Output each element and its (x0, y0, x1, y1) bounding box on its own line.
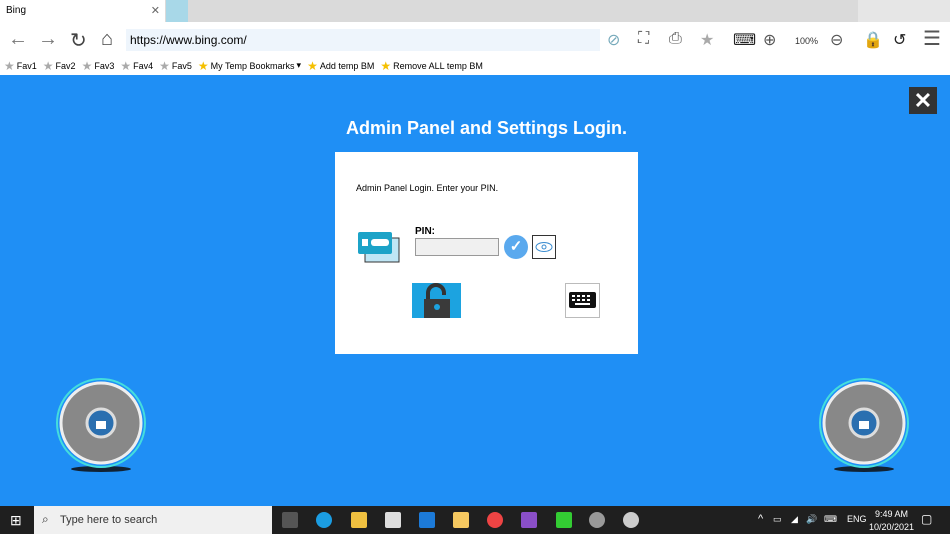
pin-input[interactable] (415, 238, 499, 256)
dropdown-icon: ▾ (296, 60, 302, 70)
taskbar-search[interactable]: ⌕ Type here to search (34, 506, 272, 534)
star-icon: ★ (120, 58, 132, 73)
instruction-text: Admin Panel Login. Enter your PIN. (356, 183, 499, 193)
file-explorer-icon[interactable] (351, 512, 367, 528)
star-icon: ★ (159, 58, 170, 73)
hide-icon[interactable]: ⊘ (607, 30, 620, 50)
fav-4[interactable]: ★ Fav4 (120, 59, 153, 73)
language[interactable]: ENG (847, 514, 867, 524)
favorites-bar: ★ Fav1 ★ Fav2 ★ Fav3 ★ Fav4 ★ Fav5 ★ My Temp B… (0, 56, 950, 75)
home-icon[interactable]: ⌂ (101, 28, 113, 51)
kiosk-logo-left (56, 378, 146, 472)
login-panel: Admin Panel Login. Enter your PIN. PIN: … (335, 152, 638, 354)
wifi-icon[interactable]: ◢ (791, 514, 798, 525)
touch-keyboard-icon[interactable]: ⌨ (824, 514, 837, 525)
task-view-icon[interactable] (282, 512, 298, 528)
windows-start-icon[interactable]: ⊞ (10, 512, 22, 529)
new-tab-button[interactable] (166, 0, 188, 22)
kiosk-logo-right (819, 378, 909, 472)
star-icon: ★ (197, 58, 209, 73)
fav-label: Fav4 (133, 60, 154, 71)
forward-icon[interactable]: → (38, 28, 58, 51)
taskbar: ⊞ ⌕ Type here to search ^ ▭ ◢ 🔊 ⌨ ENG 9:4… (0, 506, 950, 534)
mail-icon[interactable] (419, 512, 435, 528)
add-temp-bm[interactable]: ★ Add temp BM (307, 59, 374, 73)
fav-2[interactable]: ★ Fav2 (43, 59, 76, 73)
visual-studio-icon[interactable] (521, 512, 537, 528)
chrome-icon[interactable] (487, 512, 503, 528)
star-icon: ★ (4, 58, 15, 73)
fav-label: Fav2 (55, 60, 76, 71)
history-icon[interactable]: ↺ (893, 30, 906, 50)
notifications-icon[interactable]: ▢ (921, 512, 932, 526)
keyboard-icon[interactable]: ⌨ (733, 30, 756, 50)
show-pin-button[interactable] (532, 235, 556, 259)
app-green-icon[interactable] (556, 512, 572, 528)
app-icon[interactable] (453, 512, 469, 528)
menu-icon[interactable]: ☰ (923, 26, 941, 51)
search-icon: ⌕ (42, 512, 49, 526)
print-icon[interactable]: ⎙ (669, 30, 682, 48)
remove-all-temp-bm[interactable]: ★ Remove ALL temp BM (380, 59, 482, 73)
favorite-star-icon[interactable]: ★ (700, 30, 714, 50)
star-icon: ★ (307, 58, 318, 73)
close-button[interactable]: ✕ (909, 87, 937, 114)
unlock-icon (424, 283, 450, 318)
zoom-level: 100% (795, 36, 819, 46)
keyboard-button[interactable] (565, 283, 600, 318)
store-icon[interactable] (385, 512, 401, 528)
fav-label: My Temp Bookmarks (210, 60, 295, 71)
fav-label: Add temp BM (319, 60, 375, 71)
volume-icon[interactable]: 🔊 (806, 514, 817, 525)
eye-icon (535, 242, 553, 252)
window-controls[interactable] (858, 0, 950, 22)
pin-label: PIN: (415, 226, 435, 237)
battery-icon[interactable]: ▭ (773, 514, 782, 525)
lock-icon[interactable]: 🔒 (863, 30, 883, 50)
unlock-button[interactable] (412, 283, 461, 318)
my-temp-bookmarks[interactable]: ★ My Temp Bookmarks ▾ (198, 59, 301, 73)
clock-time[interactable]: 9:49 AM (875, 509, 908, 519)
fav-3[interactable]: ★ Fav3 (82, 59, 115, 73)
fav-5[interactable]: ★ Fav5 (159, 59, 192, 73)
pin-chat-icon (358, 232, 400, 263)
tray-chevron-icon[interactable]: ^ (758, 513, 763, 525)
kiosk-app-icon[interactable] (589, 512, 605, 528)
fav-1[interactable]: ★ Fav1 (4, 59, 37, 73)
tab-title: Bing (6, 5, 27, 16)
fav-label: Fav3 (94, 60, 115, 71)
navigation-bar: ← → ↻ ⌂ https://www.bing.com/ ⊘ ⛶ ⎙ ★ ⌨ … (0, 22, 950, 56)
tab-bar: Bing ✕ (0, 0, 950, 22)
star-icon: ★ (380, 58, 392, 73)
star-icon: ★ (81, 58, 93, 73)
page-title: Admin Panel and Settings Login. (345, 118, 627, 138)
star-icon: ★ (42, 58, 54, 73)
login-page: Admin Panel and Settings Login. ✕ Admin … (0, 75, 950, 506)
submit-check-button[interactable]: ✓ (504, 235, 528, 259)
refresh-icon[interactable]: ↻ (70, 28, 87, 53)
close-tab-icon[interactable]: ✕ (151, 4, 160, 17)
fav-label: Fav1 (16, 60, 37, 71)
clock-date[interactable]: 10/20/2021 (869, 522, 914, 532)
tab-bing[interactable]: Bing ✕ (0, 0, 165, 22)
search-placeholder: Type here to search (60, 514, 158, 526)
address-bar[interactable]: https://www.bing.com/ (126, 29, 600, 51)
fav-label: Remove ALL temp BM (393, 60, 483, 71)
edge-icon[interactable] (316, 512, 332, 528)
back-icon[interactable]: ← (8, 28, 28, 51)
keyboard-icon (569, 292, 596, 308)
fav-label: Fav5 (171, 60, 192, 71)
zoom-out-icon[interactable]: ⊖ (830, 30, 843, 50)
zoom-in-icon[interactable]: ⊕ (763, 30, 776, 50)
app-icon-2[interactable] (623, 512, 639, 528)
fullscreen-icon[interactable]: ⛶ (638, 30, 649, 48)
